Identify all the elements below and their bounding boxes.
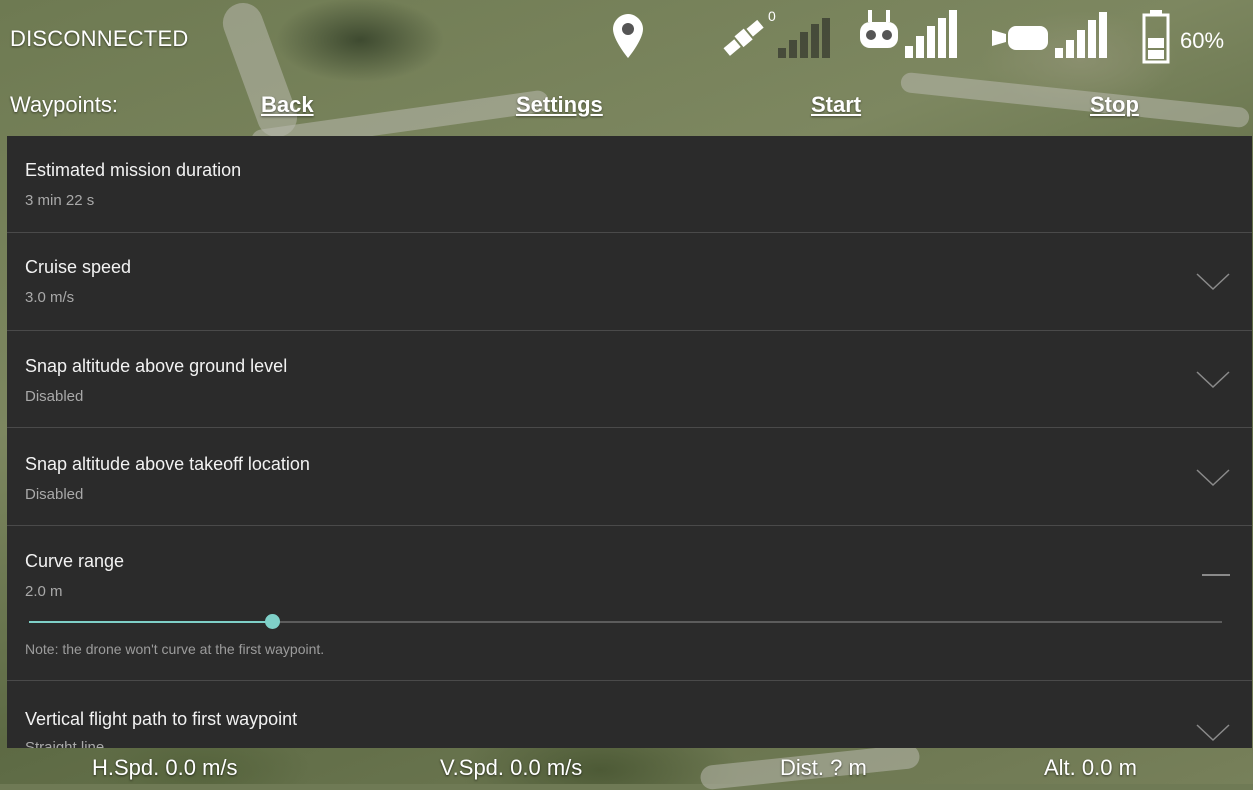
setting-row-snap-ground[interactable]: Snap altitude above ground level Disable… bbox=[7, 331, 1252, 428]
curve-range-slider[interactable] bbox=[29, 614, 1222, 629]
vertical-speed: V.Spd. 0.0 m/s bbox=[440, 755, 583, 780]
gps-signal-bars bbox=[778, 18, 830, 58]
telemetry-bar: H.Spd. 0.0 m/s V.Spd. 0.0 m/s Dist. ? m … bbox=[0, 748, 1253, 784]
setting-row-snap-takeoff[interactable]: Snap altitude above takeoff location Dis… bbox=[7, 428, 1252, 526]
setting-row-curve-range[interactable]: Curve range 2.0 m Note: the drone won't … bbox=[7, 526, 1252, 681]
map-pin-icon[interactable] bbox=[613, 14, 643, 58]
remote-signal-bars bbox=[905, 10, 957, 58]
start-button[interactable]: Start bbox=[811, 92, 861, 118]
slider-fill bbox=[29, 621, 273, 623]
setting-row-mission-duration: Estimated mission duration 3 min 22 s bbox=[7, 136, 1252, 233]
setting-title: Vertical flight path to first waypoint bbox=[25, 709, 298, 729]
setting-value: 3 min 22 s bbox=[25, 192, 95, 209]
mission-settings-panel[interactable]: Estimated mission duration 3 min 22 s Cr… bbox=[7, 136, 1252, 748]
connection-status: DISCONNECTED bbox=[10, 26, 189, 51]
setting-title: Curve range bbox=[25, 551, 125, 571]
settings-button[interactable]: Settings bbox=[516, 92, 603, 118]
setting-title: Cruise speed bbox=[25, 257, 132, 277]
setting-title: Snap altitude above ground level bbox=[25, 356, 288, 376]
setting-row-vertical-path[interactable]: Vertical flight path to first waypoint S… bbox=[7, 681, 1252, 748]
chevron-down-icon[interactable] bbox=[1196, 273, 1230, 291]
distance: Dist. ? m bbox=[780, 755, 867, 780]
video-signal-bars bbox=[1055, 12, 1107, 58]
top-status-bar: DISCONNECTED 0 60% Waypoints: Back Setti… bbox=[0, 0, 1253, 136]
back-button[interactable]: Back bbox=[261, 92, 314, 118]
setting-value: Straight line bbox=[25, 739, 105, 748]
setting-title: Estimated mission duration bbox=[25, 160, 242, 180]
setting-row-cruise-speed[interactable]: Cruise speed 3.0 m/s bbox=[7, 233, 1252, 331]
horizontal-speed: H.Spd. 0.0 m/s bbox=[92, 755, 238, 780]
setting-value: Disabled bbox=[25, 388, 84, 405]
chevron-down-icon[interactable] bbox=[1196, 371, 1230, 389]
setting-value: Disabled bbox=[25, 486, 84, 503]
battery-icon[interactable] bbox=[1142, 10, 1170, 64]
battery-percent: 60% bbox=[1180, 28, 1225, 53]
satellite-count: 0 bbox=[768, 8, 776, 24]
stop-button[interactable]: Stop bbox=[1090, 92, 1139, 118]
setting-value: 3.0 m/s bbox=[25, 289, 75, 306]
curve-range-note: Note: the drone won't curve at the first… bbox=[25, 641, 325, 657]
satellite-icon[interactable] bbox=[720, 16, 770, 60]
chevron-down-icon[interactable] bbox=[1196, 724, 1230, 742]
chevron-down-icon[interactable] bbox=[1196, 469, 1230, 487]
setting-value: 2.0 m bbox=[25, 583, 63, 600]
altitude: Alt. 0.0 m bbox=[1044, 755, 1137, 780]
slider-thumb[interactable] bbox=[265, 614, 281, 629]
remote-controller-icon[interactable] bbox=[858, 10, 900, 50]
waypoints-label: Waypoints: bbox=[10, 92, 119, 117]
collapse-icon[interactable] bbox=[1202, 574, 1230, 576]
video-camera-icon[interactable] bbox=[992, 24, 1050, 52]
setting-title: Snap altitude above takeoff location bbox=[25, 454, 310, 474]
